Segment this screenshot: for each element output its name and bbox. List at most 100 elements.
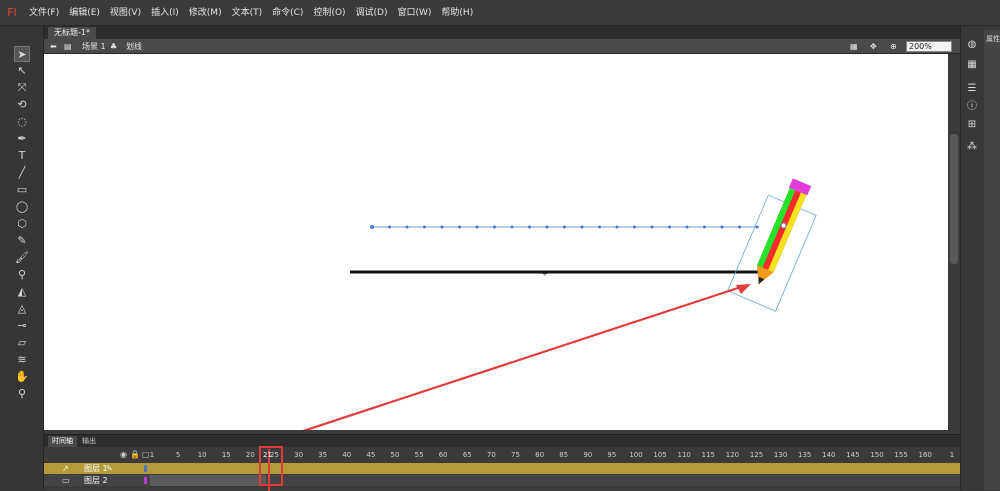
- motion-path-dot: [545, 225, 549, 229]
- layer-color-swatch: [144, 465, 147, 472]
- eraser-icon[interactable]: ▱: [14, 335, 30, 351]
- frame-number: 135: [798, 451, 812, 459]
- motion-path-dot: [685, 225, 689, 229]
- edit-bar: ⬅ ▤ 场景 1 ♣ 划线 ▦ ✥ ⊕ 200%: [44, 39, 960, 54]
- 3d-rotation-icon[interactable]: ⟲: [14, 97, 30, 113]
- color-wheel-icon[interactable]: ◍: [965, 38, 979, 52]
- scene-label[interactable]: 场景 1: [82, 39, 106, 54]
- align-icon[interactable]: ☰: [965, 82, 979, 96]
- tab-timeline[interactable]: 时间轴: [48, 436, 77, 447]
- motion-path-dot: [563, 225, 566, 229]
- frame-number: 15: [221, 451, 231, 459]
- menu-item-6[interactable]: 命令(C): [267, 0, 308, 26]
- motion-path: [370, 225, 759, 229]
- transform-icon[interactable]: ⊞: [965, 118, 979, 132]
- symbol-label[interactable]: 划线: [126, 39, 142, 54]
- frame-number: 105: [653, 451, 667, 459]
- selection-icon[interactable]: ➤: [14, 46, 30, 62]
- stage-canvas: +: [293, 178, 817, 436]
- menu-item-10[interactable]: 帮助(H): [436, 0, 478, 26]
- menu-item-9[interactable]: 窗口(W): [393, 0, 437, 26]
- layer-row-2[interactable]: ▭ 图层 2: [44, 475, 960, 486]
- scene-icon: ▤: [64, 42, 72, 51]
- motion-path-dot: [668, 225, 671, 229]
- pen-icon[interactable]: ✒: [14, 131, 30, 147]
- menu-item-3[interactable]: 插入(I): [146, 0, 184, 26]
- center-stage-icon[interactable]: ⊕: [890, 39, 897, 54]
- tab-output[interactable]: 输出: [78, 436, 100, 447]
- menu-item-0[interactable]: 文件(F): [24, 0, 64, 26]
- components-icon[interactable]: ⁂: [965, 140, 979, 154]
- paint-bucket-icon[interactable]: ◭: [14, 284, 30, 300]
- back-arrow-icon[interactable]: ⬅: [50, 39, 57, 54]
- pencil-icon[interactable]: ✎: [14, 233, 30, 249]
- rectangle-icon[interactable]: ▭: [14, 182, 30, 198]
- motion-path-dot: [528, 225, 531, 229]
- motion-path-dot: [423, 225, 426, 229]
- layer-name[interactable]: 图层 2: [84, 475, 108, 486]
- motion-path-dot: [458, 225, 461, 229]
- frame-number: 90: [583, 451, 593, 459]
- oval-icon[interactable]: ◯: [14, 199, 30, 215]
- edit-symbol-icon[interactable]: ✥: [870, 39, 877, 54]
- layer-name[interactable]: 图层 1: [84, 463, 108, 474]
- frame-number: 75: [511, 451, 520, 459]
- menu-item-5[interactable]: 文本(T): [227, 0, 268, 26]
- stage[interactable]: +: [44, 54, 948, 436]
- menu-item-1[interactable]: 编辑(E): [64, 0, 105, 26]
- motion-path-dot: [755, 225, 759, 229]
- zoom-icon[interactable]: ⚲: [14, 386, 30, 402]
- ink-bottle-icon[interactable]: ◬: [14, 301, 30, 317]
- free-transform-icon[interactable]: ⤧: [14, 80, 30, 96]
- motion-path-dot: [650, 225, 654, 229]
- polystar-icon[interactable]: ⬡: [14, 216, 30, 232]
- scrollbar-thumb[interactable]: [950, 134, 958, 264]
- frame-number: 110: [677, 451, 691, 459]
- stage-vertical-scrollbar[interactable]: [948, 54, 960, 430]
- hand-icon[interactable]: ✋: [14, 369, 30, 385]
- line-icon[interactable]: ╱: [14, 165, 30, 181]
- menu-item-7[interactable]: 控制(O): [308, 0, 350, 26]
- text-icon[interactable]: T: [14, 148, 30, 164]
- bone-icon[interactable]: ⚲: [14, 267, 30, 283]
- zoom-select[interactable]: 200%: [906, 41, 952, 52]
- brush-icon[interactable]: 🖌: [14, 250, 30, 266]
- layer-icon: ▭: [62, 476, 70, 485]
- frame-number: 100: [629, 451, 643, 459]
- tools-panel: ➤ ↖ ⤧ ⟲ ◌ ✒ T ╱ ▭ ◯ ⬡ ✎ 🖌 ⚲ ◭ ◬ ⊸ ▱ ≋ ✋ ⚲: [0, 26, 44, 490]
- motion-path-dot: [720, 225, 724, 229]
- lock-icon[interactable]: 🔒: [130, 450, 140, 459]
- motion-path-dot: [510, 225, 514, 229]
- document-tab-bar: 无标题-1*: [44, 26, 960, 39]
- frame-number: 130: [773, 451, 788, 459]
- motion-path-dot: [615, 225, 619, 229]
- motion-path-dot: [493, 225, 496, 229]
- swatches-icon[interactable]: ▦: [965, 58, 979, 72]
- eye-icon[interactable]: ◉: [120, 450, 127, 459]
- timeline-panel: 时间轴 输出 ◉ 🔒 ▢ 1 5 10 15 20 25 30 35 40 45 50 55 60 65 7…: [44, 434, 960, 491]
- motion-path-dot: [388, 225, 391, 229]
- menu-item-8[interactable]: 调试(D): [351, 0, 393, 26]
- lasso-icon[interactable]: ◌: [14, 114, 30, 130]
- info-icon[interactable]: ⓘ: [965, 100, 979, 114]
- symbol-icon: ♣: [110, 42, 118, 51]
- frame-number: 95: [607, 451, 617, 459]
- subselection-icon[interactable]: ↖: [14, 63, 30, 79]
- frame-number: 45: [366, 451, 376, 459]
- edit-scene-icon[interactable]: ▦: [850, 39, 858, 54]
- tween-span[interactable]: [150, 463, 266, 474]
- frame-span[interactable]: [150, 475, 266, 486]
- frame-number: 20: [245, 451, 255, 459]
- motion-path-dot: [440, 225, 444, 229]
- menu-item-4[interactable]: 修改(M): [184, 0, 227, 26]
- eyedropper-icon[interactable]: ⊸: [14, 318, 30, 334]
- width-icon[interactable]: ≋: [14, 352, 30, 368]
- menu-item-2[interactable]: 视图(V): [105, 0, 146, 26]
- frame-number: 125: [749, 451, 764, 459]
- motion-path-dot: [405, 225, 409, 229]
- layer-row-1[interactable]: ↗ 图层 1 ✎: [44, 463, 960, 474]
- timeline-tabs: 时间轴 输出: [44, 435, 960, 447]
- document-tab[interactable]: 无标题-1*: [48, 27, 96, 39]
- frame-number: 55: [414, 451, 424, 459]
- current-frame-label: 21: [263, 451, 272, 459]
